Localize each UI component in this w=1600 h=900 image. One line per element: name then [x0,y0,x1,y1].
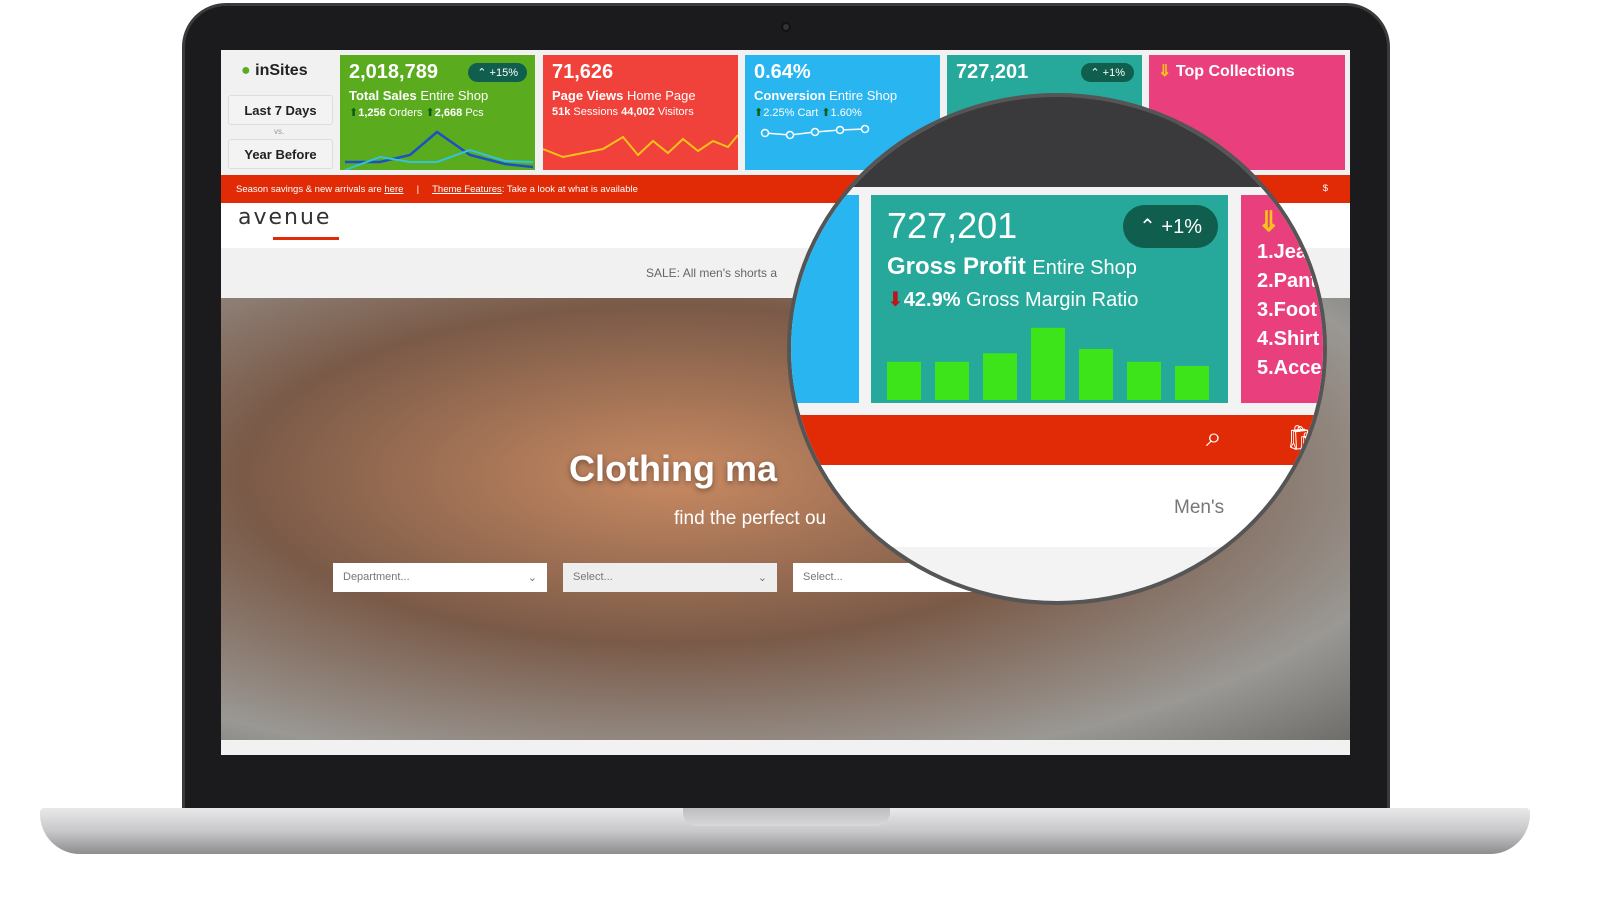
collection-item[interactable]: 3.Foot [1257,296,1323,325]
sort-icon: ⇓ [1158,63,1172,80]
profit-bar [1127,361,1161,400]
views-sparkline [543,134,738,159]
shopping-bag-icon[interactable]: 🛍 [1286,423,1319,454]
magnifier-top-edge [900,93,1230,125]
card-page-views[interactable]: 71,626 Page Views Home Page 51k Sessions… [543,55,738,170]
vs-label: vs. [274,127,285,136]
zoomed-profit-title: Gross Profit Entire Shop [887,253,1137,280]
profit-bar-chart [887,327,1209,400]
views-value: 71,626 [552,61,614,83]
sales-title: Total Sales Entire Shop [349,88,489,103]
magnifier-rim [900,93,1230,125]
zoomed-nav-bar: ⌕ 🛍 [791,415,1323,465]
profit-change-badge: ⌃ +1% [1081,63,1134,82]
camera [781,22,791,32]
collections-title: Top Collections [1175,63,1295,80]
magnifier-lens: 727,201 ⌃ +1% Gross Profit Entire Shop ⬇… [787,125,1327,605]
conversion-value: 0.64% [754,61,811,83]
zoomed-profit-margin: ⬇42.9% Gross Margin Ratio [887,289,1139,311]
period-compare-button[interactable]: Year Before [228,139,333,169]
profit-bar [1175,366,1209,400]
zoomed-conversion-card [791,195,859,403]
hero-title: Clothing ma [569,448,777,489]
profit-bar [1031,327,1065,400]
zoomed-menu: Men's [791,465,1323,547]
nav-mens[interactable]: Men's [1174,497,1224,519]
zoomed-bezel [791,125,1323,187]
collection-item[interactable]: 1.Jear [1257,238,1323,267]
sale-banner: SALE: All men's shorts a [646,266,778,280]
card-total-sales[interactable]: 2,018,789 ⌃ +15% Total Sales Entire Shop… [340,55,535,170]
profit-bar [935,361,969,400]
views-title: Page Views Home Page [552,88,696,103]
profit-bar [1079,349,1113,400]
store-logo[interactable]: avenue [238,205,331,230]
bar-chart-icon: ● [241,62,251,79]
zoomed-sort-icon: ⇓ [1257,206,1281,237]
sales-sparkline [344,130,534,170]
collection-item[interactable]: 4.Shirt [1257,325,1323,354]
theme-features-link[interactable]: Theme Features [432,184,502,195]
collection-item[interactable]: 2.Pant [1257,267,1323,296]
logo-underline [273,237,339,240]
search-icon[interactable]: ⌕ [1206,421,1222,454]
sales-change-badge: ⌃ +15% [468,63,527,82]
zoomed-gross-profit-card: 727,201 ⌃ +1% Gross Profit Entire Shop ⬇… [871,195,1228,403]
brand-logo: ● inSites [241,62,308,80]
magnifier-lens-wrapper: 727,201 ⌃ +1% Gross Profit Entire Shop ⬇… [787,125,1335,610]
views-metrics: 51k Sessions 44,002 Visitors [552,106,694,118]
filter-select-2[interactable]: Select... ⌄ [563,563,777,592]
promo-here-link[interactable]: here [384,184,403,195]
laptop-notch [683,808,890,826]
zoomed-collections-card: ⇓ 1.Jear 2.Pant 3.Foot 4.Shirt 5.Acce [1241,195,1323,403]
profit-bar [983,353,1017,400]
profit-bar [887,361,921,400]
period-current-button[interactable]: Last 7 Days [228,95,333,125]
department-select[interactable]: Department... ⌄ [333,563,547,592]
sales-metrics: ⬆1,256 Orders ⬆2,668 Pcs [349,107,484,119]
zoomed-profit-badge: ⌃ +1% [1123,205,1218,248]
brand-name: inSites [255,62,308,79]
collection-item[interactable]: 5.Acce [1257,354,1323,383]
